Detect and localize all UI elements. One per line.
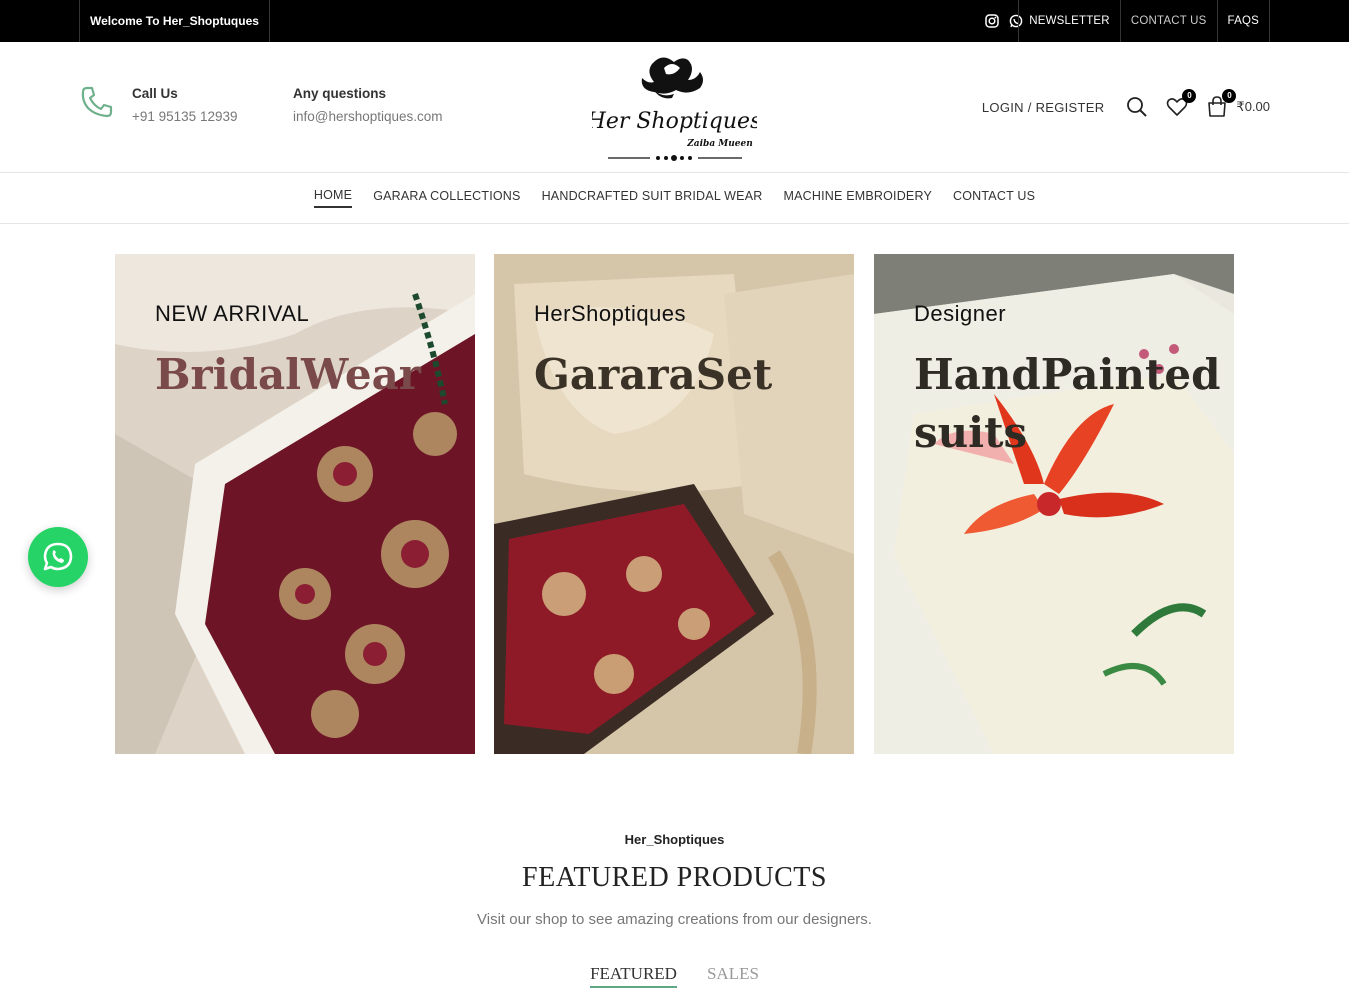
newsletter-link[interactable]: NEWSLETTER <box>1019 0 1121 42</box>
whatsapp-icon <box>43 542 73 571</box>
questions-block: Any questions info@hershoptiques.com <box>293 86 443 124</box>
questions-email[interactable]: info@hershoptiques.com <box>293 109 443 124</box>
nav-handcrafted-suit-bridal-wear[interactable]: HANDCRAFTED SUIT BRIDAL WEAR <box>542 189 763 207</box>
contact-us-link[interactable]: CONTACT US <box>1121 0 1218 42</box>
nav-machine-embroidery[interactable]: MACHINE EMBROIDERY <box>783 189 932 207</box>
main-nav: HOME GARARA COLLECTIONS HANDCRAFTED SUIT… <box>0 173 1349 224</box>
faqs-link[interactable]: FAQS <box>1218 0 1270 42</box>
banner-handpainted[interactable]: Designer HandPainted suits <box>874 254 1234 754</box>
banner-subtitle: HerShoptiques <box>534 301 687 326</box>
banner-title: HandPainted suits <box>914 350 1221 457</box>
banner-subtitle: NEW ARRIVAL <box>155 301 310 326</box>
wishlist-icon[interactable]: 0 <box>1166 89 1197 118</box>
top-bar: Welcome To Her_Shoptuques NEWSLETTER CON… <box>0 0 1349 42</box>
gararaset-image <box>494 254 854 754</box>
featured-description: Visit our shop to see amazing creations … <box>477 911 872 928</box>
cart-icon[interactable]: 0 <box>1206 89 1237 118</box>
wishlist-count-badge: 0 <box>1182 89 1197 103</box>
banner-subtitle: Designer <box>914 301 1007 326</box>
search-icon[interactable] <box>1126 96 1148 118</box>
login-register-link[interactable]: LOGIN / REGISTER <box>982 100 1105 115</box>
bridalwear-image <box>115 254 475 754</box>
product-tabs: FEATURED SALES <box>0 964 1349 988</box>
featured-brand: Her_Shoptiques <box>624 832 725 847</box>
tab-featured[interactable]: FEATURED <box>590 964 677 988</box>
nav-home[interactable]: HOME <box>313 188 353 208</box>
whatsapp-chat-button[interactable] <box>28 527 88 587</box>
call-us-title: Call Us <box>132 86 178 101</box>
banner-bridalwear[interactable]: NEW ARRIVAL BridalWear <box>115 254 475 754</box>
banner-title: GararaSet <box>534 350 773 399</box>
logo-subtext: Zaiba Mueen <box>686 139 753 149</box>
tab-sales[interactable]: SALES <box>707 964 759 988</box>
nav-garara-collections[interactable]: GARARA COLLECTIONS <box>373 189 520 207</box>
banner-gararaset[interactable]: HerShoptiques GararaSet <box>494 254 854 754</box>
cart-total[interactable]: ₹0.00 <box>1236 99 1270 115</box>
nav-contact-us[interactable]: CONTACT US <box>953 189 1035 207</box>
featured-title: FEATURED PRODUCTS <box>522 862 827 893</box>
welcome-text: Welcome To Her_Shoptuques <box>79 0 270 42</box>
phone-icon <box>79 84 115 120</box>
header-tools: LOGIN / REGISTER 0 0 ₹0.00 <box>982 89 1270 120</box>
banner-title: BridalWear <box>155 350 421 399</box>
logo-text: Her Shoptiques <box>592 109 757 134</box>
call-us-block: Call Us +91 95135 12939 <box>132 86 237 124</box>
cart-count-badge: 0 <box>1222 89 1237 103</box>
site-header: Call Us +91 95135 12939 Any questions in… <box>0 42 1349 173</box>
handpainted-image <box>874 254 1234 754</box>
instagram-icon[interactable] <box>985 14 999 28</box>
call-us-phone[interactable]: +91 95135 12939 <box>132 109 237 124</box>
site-logo[interactable]: Her Shoptiques Zaiba Mueen <box>586 50 761 165</box>
top-links: NEWSLETTER CONTACT US FAQS <box>1018 0 1270 42</box>
questions-title: Any questions <box>293 86 387 101</box>
